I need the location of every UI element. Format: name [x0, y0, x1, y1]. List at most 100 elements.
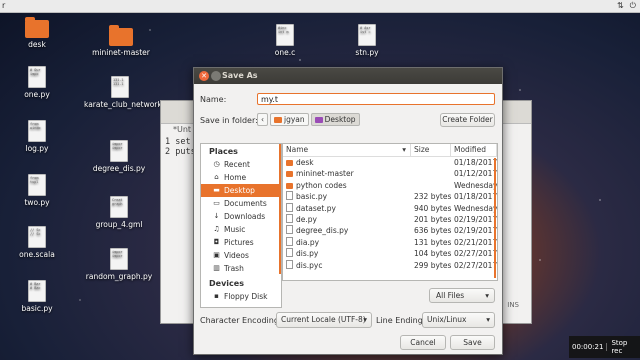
place-music[interactable]: ♫ Music	[201, 223, 281, 236]
place-documents[interactable]: ▭ Documents	[201, 197, 281, 210]
file-name: dataset.py	[296, 203, 336, 213]
place-pictures[interactable]: ◘ Pictures	[201, 236, 281, 249]
file-size: 299 bytes	[414, 260, 451, 270]
camera-icon: ◘	[213, 238, 220, 246]
text-file-icon: from windo	[28, 120, 46, 142]
line-ending-label: Line Ending:	[376, 316, 426, 325]
file-row[interactable]: python codes Wednesday	[283, 180, 497, 191]
icon-label: degree_dis.py	[92, 164, 146, 173]
editor-code[interactable]: 1 set 2 puts	[165, 137, 196, 157]
devices-header: Devices	[209, 279, 244, 288]
disk-icon: ▪	[214, 292, 219, 300]
icon-label: stn.py	[355, 48, 379, 57]
file-row[interactable]: dataset.py 940 bytes Wednesday	[283, 202, 497, 214]
file-modified: 02/27/2017	[454, 249, 497, 259]
home-icon: ⌂	[214, 173, 219, 181]
editor-tab[interactable]: *Unt	[173, 125, 191, 134]
path-item-jgyan[interactable]: jgyan	[270, 113, 309, 126]
file-list-header: Name ▾ Size Modified	[283, 144, 497, 157]
file-row[interactable]: dis.py 104 bytes 02/27/2017	[283, 248, 497, 259]
desktop-icon-random-graph[interactable]: impor impor random_graph.py	[84, 248, 154, 281]
path-back-button[interactable]: ‹	[257, 113, 268, 126]
place-recent[interactable]: ◷ Recent	[201, 158, 281, 171]
line-ending-value: Unix/Linux	[427, 315, 467, 324]
place-trash[interactable]: ▥ Trash	[201, 262, 281, 275]
file-icon	[286, 213, 293, 223]
desktop-icon-desk[interactable]: desk	[2, 17, 72, 49]
desktop-icon-mininet-master[interactable]: mininet-master	[86, 25, 156, 57]
file-row[interactable]: degree_dis.py 636 bytes 02/19/2017	[283, 225, 497, 236]
text-file-icon: #inc int m	[276, 24, 294, 46]
desktop-icon-karate-club[interactable]: 131.1 131.1 karate_club_network_edge_file…	[84, 76, 216, 109]
stop-recording-button[interactable]: Stop rec	[607, 339, 640, 355]
icon-label: one.c	[274, 48, 296, 57]
file-icon	[286, 202, 293, 212]
place-videos[interactable]: ▣ Videos	[201, 249, 281, 262]
place-home[interactable]: ⌂ Home	[201, 171, 281, 184]
icon-label: one.py	[24, 90, 50, 99]
encoding-select[interactable]: Current Locale (UTF-8) ▾	[276, 312, 372, 328]
column-size[interactable]: Size	[411, 144, 451, 156]
desktop-icon-stn-py[interactable]: # Asr ist = stn.py	[332, 24, 402, 57]
desktop-icon-log-py[interactable]: from windo log.py	[2, 120, 72, 153]
file-row[interactable]: de.py 201 bytes 02/19/2017	[283, 213, 497, 225]
desktop-icon-degree-dis[interactable]: impor impor degree_dis.py	[84, 140, 154, 173]
text-file-icon: # Bar # Bac	[28, 280, 46, 302]
icon-label: basic.py	[21, 304, 53, 313]
folder-icon	[286, 182, 293, 189]
file-row[interactable]: basic.py 232 bytes 01/18/2017	[283, 191, 497, 202]
file-modified: Wednesday	[454, 180, 497, 190]
file-name: degree_dis.py	[296, 226, 349, 236]
file-name: de.py	[296, 214, 317, 224]
place-label: Downloads	[224, 212, 266, 221]
place-downloads[interactable]: ↓ Downloads	[201, 210, 281, 223]
text-file-icon: # Asr ist =	[358, 24, 376, 46]
desktop-icon-one-py[interactable]: # Our impo one.py	[2, 66, 72, 99]
power-icon[interactable]: ⏻	[630, 1, 636, 11]
system-tray: ⇅ ⏻	[617, 1, 636, 11]
folder-icon	[109, 25, 133, 46]
column-name[interactable]: Name ▾	[283, 144, 411, 156]
file-modified: 01/18/2017	[454, 192, 497, 202]
place-desktop[interactable]: ▬ Desktop	[201, 184, 281, 197]
device-floppy[interactable]: ▪ Floppy Disk	[201, 290, 281, 303]
places-scrollbar[interactable]	[279, 144, 281, 274]
file-icon	[286, 225, 293, 235]
text-file-icon: // Sc// Sc	[28, 226, 46, 248]
save-button[interactable]: Save	[450, 335, 495, 350]
place-label: Videos	[224, 251, 249, 260]
file-size: 636 bytes	[414, 226, 451, 236]
insert-mode-indicator: INS	[507, 301, 519, 309]
column-modified[interactable]: Modified	[451, 144, 497, 156]
file-name: mininet-master	[296, 169, 354, 179]
file-row[interactable]: desk 01/18/2017	[283, 157, 497, 168]
line-ending-select[interactable]: Unix/Linux ▾	[422, 312, 495, 328]
desktop-icon-group-4[interactable]: Creat graph group_4.gml	[84, 196, 154, 229]
places-header: Places	[209, 147, 238, 156]
desktop-icon-one-scala[interactable]: // Sc// Sc one.scala	[2, 226, 72, 259]
desktop-icon-one-c[interactable]: #inc int m one.c	[250, 24, 320, 57]
close-icon[interactable]: ✕	[199, 71, 209, 81]
file-row[interactable]: dia.py 131 bytes 02/21/2017	[283, 236, 497, 248]
filename-input[interactable]: my.t	[257, 93, 495, 105]
path-item-desktop[interactable]: Desktop	[310, 113, 360, 126]
file-size: 131 bytes	[414, 237, 451, 247]
file-list-scrollbar[interactable]	[494, 158, 496, 278]
sort-arrows-icon[interactable]: ⇅	[617, 1, 624, 11]
text-file-icon: 131.1 131.1	[111, 76, 129, 98]
minimize-icon[interactable]	[211, 71, 221, 81]
cancel-button[interactable]: Cancel	[400, 335, 446, 350]
code-line: 1 set	[165, 137, 191, 147]
file-modified: 01/18/2017	[454, 158, 497, 167]
desktop-icon-two-py[interactable]: from tupl two.py	[2, 174, 72, 207]
recording-timer: 00:00:21	[569, 343, 608, 351]
file-row[interactable]: dis.pyc 299 bytes 02/27/2017	[283, 259, 497, 271]
home-folder-icon	[274, 116, 282, 123]
file-filter-select[interactable]: All Files ▾	[429, 288, 495, 303]
window-title-fragment: r	[2, 1, 6, 10]
chevron-down-icon: ▾	[486, 315, 490, 324]
file-modified: 02/19/2017	[454, 226, 497, 236]
file-row[interactable]: mininet-master 01/12/2017	[283, 168, 497, 179]
create-folder-button[interactable]: Create Folder	[440, 113, 495, 127]
desktop-icon-basic-py[interactable]: # Bar # Bac basic.py	[2, 280, 72, 313]
